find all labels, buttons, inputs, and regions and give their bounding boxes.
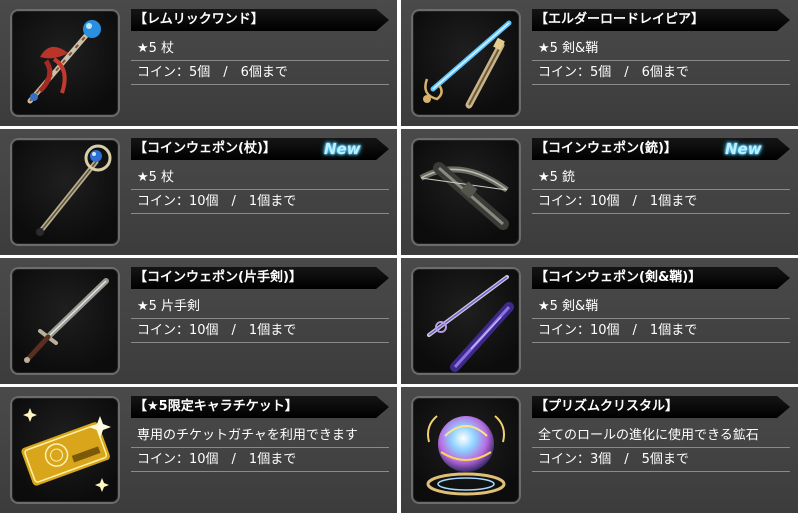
item-title: 【コインウェポン(片手剣)】 [134,270,302,285]
shop-item-card[interactable]: 【コインウェポン(剣&鞘)】 ★5 剣&鞘 コイン：10個 / 1個まで [401,258,798,384]
item-coin-cost: コイン：10個 / 1個まで [532,319,790,343]
shop-item-grid: 【レムリックワンド】 ★5 杖 コイン：5個 / 6個まで 【エルダーロードレイ… [0,0,798,514]
item-subtitle: ★5 銃 [532,166,790,190]
new-badge: New [324,140,361,158]
item-coin-cost: コイン：10個 / 1個まで [131,190,389,214]
prism-crystal-icon [411,396,521,504]
item-coin-cost: コイン：5個 / 6個まで [532,61,790,85]
item-subtitle: ★5 剣&鞘 [532,295,790,319]
item-title: 【コインウェポン(杖)】 [134,141,276,156]
item-subtitle: 全てのロールの進化に使用できる鉱石 [532,424,790,448]
item-title: 【コインウェポン(銃)】 [535,141,677,156]
shop-item-card[interactable]: 【★5限定キャラチケット】 専用のチケットガチャを利用できます コイン：10個 … [0,387,397,513]
item-title: 【レムリックワンド】 [134,12,264,27]
lemric-wand-icon [10,9,120,117]
shop-item-card[interactable]: 【エルダーロードレイピア】 ★5 剣&鞘 コイン：5個 / 6個まで [401,0,798,126]
shop-item-card[interactable]: 【プリズムクリスタル】 全てのロールの進化に使用できる鉱石 コイン：3個 / 5… [401,387,798,513]
coin-weapon-sword-icon [10,267,120,375]
item-title: 【エルダーロードレイピア】 [535,12,705,27]
item-coin-cost: コイン：5個 / 6個まで [131,61,389,85]
item-subtitle: ★5 杖 [131,166,389,190]
item-coin-cost: コイン：3個 / 5個まで [532,448,790,472]
item-coin-cost: コイン：10個 / 1個まで [131,319,389,343]
shop-item-card[interactable]: 【レムリックワンド】 ★5 杖 コイン：5個 / 6個まで [0,0,397,126]
item-subtitle: ★5 杖 [131,37,389,61]
shop-item-card[interactable]: 【コインウェポン(片手剣)】 ★5 片手剣 コイン：10個 / 1個まで [0,258,397,384]
item-title: 【★5限定キャラチケット】 [134,399,298,414]
new-badge: New [725,140,762,158]
shop-item-card[interactable]: 【コインウェポン(杖)】 New ★5 杖 コイン：10個 / 1個まで [0,129,397,255]
item-title: 【コインウェポン(剣&鞘)】 [535,270,702,285]
item-subtitle: ★5 剣&鞘 [532,37,790,61]
item-subtitle: 専用のチケットガチャを利用できます [131,424,389,448]
gold-ticket-icon [10,396,120,504]
shop-item-card[interactable]: 【コインウェポン(銃)】 New ★5 銃 コイン：10個 / 1個まで [401,129,798,255]
coin-weapon-sword-sheath-icon [411,267,521,375]
item-coin-cost: コイン：10個 / 1個まで [131,448,389,472]
elder-lord-rapier-icon [411,9,521,117]
coin-weapon-crossbow-icon [411,138,521,246]
coin-weapon-staff-icon [10,138,120,246]
item-title: 【プリズムクリスタル】 [535,399,679,414]
item-subtitle: ★5 片手剣 [131,295,389,319]
item-coin-cost: コイン：10個 / 1個まで [532,190,790,214]
